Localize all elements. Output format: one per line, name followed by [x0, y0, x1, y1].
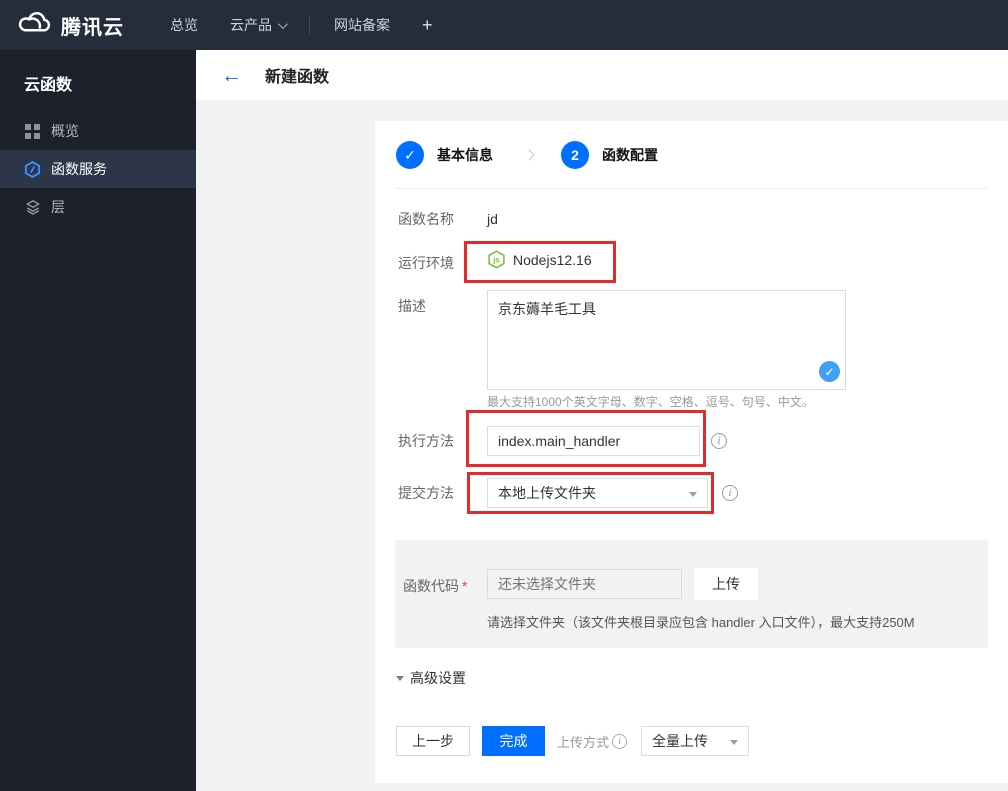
tencent-cloud-logo-icon	[16, 10, 52, 40]
folder-path-input	[487, 569, 682, 599]
nav-overview-label: 总览	[170, 17, 198, 33]
submit-method-value: 本地上传文件夹	[498, 485, 596, 501]
back-arrow-icon[interactable]: ←	[221, 65, 242, 86]
top-nav: 总览 云产品 网站备案 +	[154, 0, 449, 50]
topbar-divider	[309, 16, 310, 34]
footer-actions: 上一步 完成 上传方式 i 全量上传	[396, 726, 750, 756]
advanced-settings-label: 高级设置	[410, 670, 466, 686]
upload-mode-label-row: 上传方式 i	[557, 732, 628, 751]
required-asterisk: *	[462, 578, 468, 594]
description-textarea[interactable]: 京东薅羊毛工具	[487, 290, 846, 390]
nav-overview[interactable]: 总览	[154, 0, 214, 50]
step1-done-check-icon: ✓	[396, 141, 424, 169]
page: 腾讯云 总览 云产品 网站备案 + 云函数 概览 函数服务 层 ← 新建函数 ✓…	[0, 0, 1008, 791]
sidebar: 云函数 概览 函数服务 层	[0, 50, 196, 791]
nav-icp-filing[interactable]: 网站备案	[318, 0, 406, 50]
function-name-label: 函数名称	[398, 211, 454, 227]
handler-label: 执行方法	[398, 433, 454, 449]
runtime-value-row: js Nodejs12.16	[487, 250, 592, 269]
add-nav-tab-button[interactable]: +	[406, 0, 449, 50]
upload-mode-label: 上传方式	[557, 734, 610, 750]
chevron-down-icon	[730, 740, 739, 745]
nav-cloud-products[interactable]: 云产品	[214, 0, 301, 50]
handler-info-icon[interactable]: i	[711, 433, 727, 449]
nodejs-icon: js	[487, 250, 506, 269]
function-code-section: 函数代码* 上传 请选择文件夹（该文件夹根目录应包含 handler 入口文件）…	[395, 540, 988, 648]
step-indicator: ✓ 基本信息 2 函数配置	[396, 141, 658, 169]
nav-cloud-products-label: 云产品	[230, 17, 272, 33]
layers-icon	[24, 199, 41, 215]
sidebar-item-label: 函数服务	[51, 161, 107, 177]
upload-mode-select[interactable]: 全量上传	[641, 726, 750, 756]
chevron-down-icon	[689, 492, 697, 497]
description-hint: 最大支持1000个英文字母、数字、空格、逗号、句号、中文。	[487, 395, 814, 409]
submit-method-select[interactable]: 本地上传文件夹	[487, 478, 708, 508]
upload-button[interactable]: 上传	[694, 568, 758, 600]
function-hexagon-icon	[24, 160, 41, 178]
grid-icon	[24, 123, 41, 139]
topbar: 腾讯云 总览 云产品 网站备案 +	[0, 0, 1008, 50]
sidebar-title: 云函数	[24, 77, 73, 94]
advanced-settings-toggle[interactable]: 高级设置	[396, 668, 466, 688]
previous-step-button[interactable]: 上一步	[396, 726, 470, 756]
page-header: ← 新建函数	[196, 50, 1008, 100]
function-name-value: jd	[487, 211, 498, 227]
brand-name: 腾讯云	[61, 16, 124, 39]
step2-label: 函数配置	[602, 147, 658, 163]
sidebar-item-overview[interactable]: 概览	[0, 112, 196, 150]
description-valid-check-icon: ✓	[819, 361, 840, 382]
function-code-hint: 请选择文件夹（该文件夹根目录应包含 handler 入口文件），最大支持250M	[487, 615, 915, 630]
create-function-card: ✓ 基本信息 2 函数配置 函数名称 jd 运行环境 js Nodejs12.1…	[375, 121, 1008, 783]
function-code-label-text: 函数代码	[403, 578, 459, 594]
plus-icon: +	[422, 14, 433, 35]
sidebar-item-label: 概览	[51, 123, 79, 139]
step2-number-badge: 2	[561, 141, 589, 169]
sidebar-item-function-service[interactable]: 函数服务	[0, 150, 196, 188]
runtime-label: 运行环境	[398, 255, 454, 271]
chevron-down-icon	[277, 18, 288, 29]
finish-button[interactable]: 完成	[482, 726, 545, 756]
step1-label: 基本信息	[437, 147, 493, 163]
svg-text:js: js	[492, 255, 500, 264]
sidebar-item-layers[interactable]: 层	[0, 188, 196, 226]
step-separator-chevron-icon	[523, 149, 535, 161]
handler-input[interactable]	[487, 426, 700, 456]
runtime-value: Nodejs12.16	[513, 251, 592, 268]
page-title: 新建函数	[265, 69, 330, 86]
sidebar-item-label: 层	[51, 199, 65, 215]
description-label: 描述	[398, 298, 426, 314]
function-code-label: 函数代码 *	[403, 576, 467, 596]
nav-icp-filing-label: 网站备案	[334, 17, 390, 33]
submit-method-label: 提交方法	[398, 485, 454, 501]
triangle-down-icon	[396, 675, 404, 681]
submit-method-info-icon[interactable]: i	[722, 485, 738, 501]
tencent-cloud-brand[interactable]: 腾讯云	[16, 10, 124, 40]
steps-divider	[395, 188, 988, 189]
upload-mode-value: 全量上传	[652, 733, 709, 749]
upload-mode-info-icon[interactable]: i	[612, 733, 628, 749]
